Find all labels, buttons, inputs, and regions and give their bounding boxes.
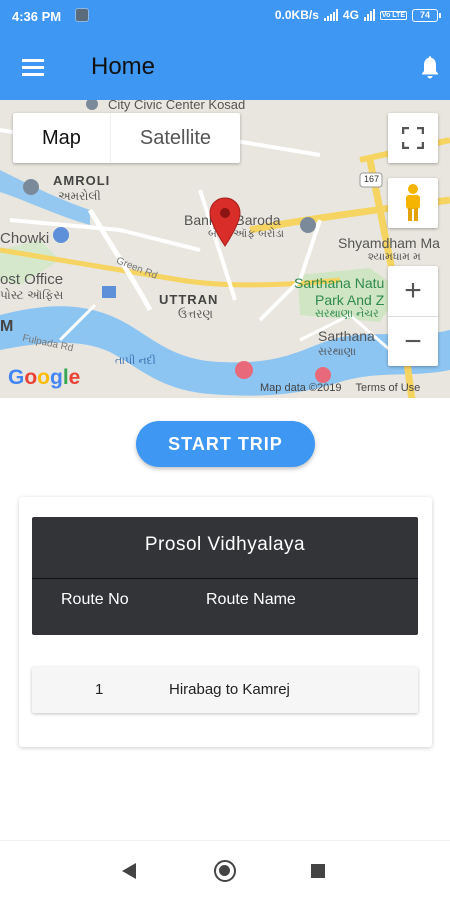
map-label-highway: 167 bbox=[364, 174, 380, 184]
fullscreen-button[interactable] bbox=[388, 113, 438, 163]
map-label-m: M bbox=[0, 318, 15, 335]
route-card: Prosol Vidhyalaya Route No Route Name 1 … bbox=[19, 497, 432, 747]
app-bar: 4:36 PM 0.0KB/s 4G Vo LTE 74 Home bbox=[0, 0, 450, 100]
pegman-icon bbox=[406, 184, 420, 221]
map-label-uttran-gu: ઉત્તરણ bbox=[178, 307, 213, 321]
map-label-sarthana: Sarthana bbox=[318, 328, 375, 344]
map-type-satellite[interactable]: Satellite bbox=[109, 113, 240, 163]
map-label-shyamdham: Shyamdham Ma bbox=[338, 235, 440, 251]
map-label-chowki: Chowki bbox=[0, 230, 50, 247]
map-label-shyamdham-gu: શ્યામધામ મ bbox=[368, 251, 421, 263]
map-type-toggle: Map Satellite bbox=[13, 113, 241, 163]
column-route-name: Route Name bbox=[206, 591, 296, 608]
route-no-cell: 1 bbox=[95, 681, 104, 698]
signal-icon-2 bbox=[363, 9, 375, 21]
map-label-post-office-gu: પોસ્ટ ઑફિસ bbox=[0, 288, 64, 302]
map-label-uttran: UTTRAN bbox=[159, 292, 219, 307]
zoom-in-button[interactable]: + bbox=[388, 266, 438, 316]
home-icon[interactable] bbox=[214, 860, 236, 882]
column-route-no: Route No bbox=[61, 591, 129, 608]
back-icon[interactable] bbox=[122, 863, 136, 879]
map-marker-icon[interactable] bbox=[208, 196, 242, 248]
school-name: Prosol Vidhyalaya bbox=[32, 517, 418, 579]
map-label-post-office: ost Office bbox=[0, 271, 64, 288]
map-view[interactable]: City Civic Center Kosad AMROLI અમરોલી Ch… bbox=[0, 100, 450, 398]
zoom-controls: + − bbox=[388, 266, 438, 366]
network-type: 4G bbox=[342, 8, 359, 22]
battery-icon: 74 bbox=[412, 8, 441, 22]
map-label-park-gu: સરથાણા નેચર bbox=[315, 308, 379, 320]
recent-apps-icon[interactable] bbox=[311, 864, 325, 878]
system-nav-bar bbox=[0, 840, 450, 900]
map-data-label: Map data ©2019 bbox=[260, 382, 342, 394]
map-label-park: Park And Z bbox=[315, 292, 385, 308]
map-label-sarthana-gu: સરથાણા bbox=[318, 346, 357, 358]
signal-icon bbox=[323, 9, 338, 21]
map-label-amroli: AMROLI bbox=[53, 173, 111, 188]
map-label-sarthana-nature: Sarthana Natu bbox=[294, 275, 385, 291]
route-row[interactable]: 1 Hirabag to Kamrej bbox=[32, 667, 418, 713]
route-table-header: Prosol Vidhyalaya Route No Route Name bbox=[32, 517, 418, 635]
map-attribution: Map data ©2019 Terms of Use bbox=[260, 382, 434, 394]
zoom-out-button[interactable]: − bbox=[388, 316, 438, 366]
status-bar: 4:36 PM 0.0KB/s 4G Vo LTE 74 bbox=[0, 0, 450, 32]
home-screen: 4:36 PM 0.0KB/s 4G Vo LTE 74 Home City C… bbox=[0, 0, 450, 900]
google-logo: Google bbox=[8, 366, 81, 389]
notification-app-icon bbox=[75, 8, 89, 22]
network-speed: 0.0KB/s bbox=[274, 8, 319, 22]
status-right: 0.0KB/s 4G Vo LTE 74 bbox=[274, 8, 441, 22]
map-label-amroli-gu: અમરોલી bbox=[58, 189, 101, 203]
map-type-map[interactable]: Map bbox=[13, 113, 110, 163]
fullscreen-icon bbox=[402, 127, 424, 149]
volte-badge: Vo LTE bbox=[379, 10, 407, 20]
page-title: Home bbox=[91, 53, 156, 80]
terms-link[interactable]: Terms of Use bbox=[356, 382, 421, 394]
status-time: 4:36 PM bbox=[12, 9, 62, 24]
start-trip-button[interactable]: START TRIP bbox=[136, 421, 315, 467]
map-label-civic-center: City Civic Center Kosad bbox=[108, 100, 246, 112]
hamburger-menu-icon[interactable] bbox=[22, 56, 48, 78]
route-name-cell: Hirabag to Kamrej bbox=[169, 681, 290, 698]
street-view-button[interactable] bbox=[388, 178, 438, 228]
map-label-tapi: તાપી નદી bbox=[115, 355, 156, 367]
bell-icon[interactable] bbox=[419, 54, 441, 80]
